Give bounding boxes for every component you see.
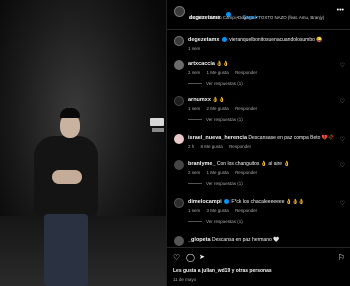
comment-user[interactable]: dimelocampi bbox=[188, 199, 222, 205]
comment-likes[interactable]: 1 Me gusta bbox=[207, 70, 229, 75]
comment-reply-button[interactable]: Responder bbox=[235, 208, 257, 213]
comment-time[interactable]: 2 sem bbox=[188, 70, 200, 75]
view-replies[interactable]: Ver respuestas (1) bbox=[188, 181, 243, 186]
view-replies-label[interactable]: Ver respuestas (1) bbox=[206, 117, 243, 122]
comment-body: _glopeta Descansa en paz hermano 🤍 bbox=[188, 237, 338, 243]
replies-line bbox=[188, 221, 202, 223]
comment-heart-icon[interactable]: ♡ bbox=[340, 136, 345, 143]
comment-time[interactable]: 2 sem bbox=[188, 170, 200, 175]
comment-avatar[interactable] bbox=[174, 160, 184, 170]
caption-author[interactable]: degezetamx bbox=[188, 37, 220, 43]
post-date: 11 de mayo bbox=[173, 277, 197, 282]
comment-likes[interactable]: 8 Me gusta bbox=[201, 144, 223, 149]
comment-body: branlyme_ Con los changuitos 👌 al aire 👌 bbox=[188, 161, 338, 167]
comment-meta: 2 sem 1 Me gusta Responder bbox=[188, 170, 262, 175]
media-light-secondary bbox=[152, 128, 164, 132]
comment-text: Descansase en paz compa Beto 💔🥀 bbox=[248, 135, 335, 141]
comment-time[interactable]: 1 sem bbox=[188, 208, 200, 213]
comment-body: dimelocampi F*ck los chacaleeeeeee 👌👌👌 bbox=[188, 199, 338, 205]
comment-heart-icon[interactable]: ♡ bbox=[340, 62, 345, 69]
post-subtitle[interactable]: Jacobbo, Dimelo Campi, Degzeta • TOXTO N… bbox=[189, 15, 324, 20]
comment-text: F*ck los chacaleeeeeee 👌👌👌 bbox=[231, 199, 305, 205]
action-bar: ♡ ◯ ➤ ⚐ bbox=[173, 253, 345, 263]
replies-line bbox=[188, 183, 202, 185]
person-hands bbox=[52, 170, 82, 184]
view-replies-label[interactable]: Ver respuestas (1) bbox=[206, 219, 243, 224]
view-replies[interactable]: Ver respuestas (1) bbox=[188, 219, 243, 224]
comment-meta: 1 sem 3 Me gusta Responder bbox=[188, 208, 262, 213]
caption-avatar[interactable] bbox=[174, 36, 184, 46]
comment-body: arnumxx 👌👌 bbox=[188, 97, 338, 103]
comment-likes[interactable]: 2 Me gusta bbox=[207, 106, 229, 111]
comment-user[interactable]: arnumxx bbox=[188, 97, 211, 103]
media-light bbox=[150, 118, 164, 126]
comment-heart-icon[interactable]: ♡ bbox=[340, 98, 345, 105]
comment-reply-button[interactable]: Responder bbox=[235, 106, 257, 111]
post-media[interactable] bbox=[0, 0, 166, 286]
comment-user[interactable]: branlyme_ bbox=[188, 161, 216, 167]
comment-text: Descansa en paz hermano 🤍 bbox=[212, 237, 280, 243]
comment-meta: 1 sem 2 Me gusta Responder bbox=[188, 106, 262, 111]
caption-body: degezetamx vieranquelbonitosuenacuandolo… bbox=[188, 37, 338, 43]
comment-avatar[interactable] bbox=[174, 134, 184, 144]
comment-reply-button[interactable]: Responder bbox=[229, 144, 251, 149]
person-legs bbox=[44, 214, 88, 286]
comment-text: 👌👌 bbox=[216, 61, 229, 67]
share-icon[interactable]: ➤ bbox=[199, 253, 205, 263]
heart-icon[interactable]: ♡ bbox=[173, 253, 180, 263]
comment-time[interactable]: 2 h bbox=[188, 144, 194, 149]
view-replies[interactable]: Ver respuestas (1) bbox=[188, 117, 243, 122]
replies-line bbox=[188, 119, 202, 121]
comment-icon[interactable]: ◯ bbox=[186, 253, 195, 263]
comment-user[interactable]: _glopeta bbox=[188, 237, 211, 243]
comment-text: Con los changuitos 👌 al aire 👌 bbox=[216, 161, 290, 167]
post-panel: degezetamx • Seguir Jacobbo, Dimelo Camp… bbox=[166, 0, 350, 286]
comment-heart-icon[interactable]: ♡ bbox=[340, 200, 345, 207]
comment-likes[interactable]: 1 Me gusta bbox=[207, 170, 229, 175]
more-options-icon[interactable]: ••• bbox=[337, 7, 344, 14]
view-replies-label[interactable]: Ver respuestas (1) bbox=[206, 81, 243, 86]
comment-meta: 2 sem 1 Me gusta Responder bbox=[188, 70, 262, 75]
post-header: degezetamx • Seguir Jacobbo, Dimelo Camp… bbox=[167, 0, 350, 30]
bookmark-icon[interactable]: ⚐ bbox=[338, 253, 345, 263]
replies-line bbox=[188, 83, 202, 85]
caption-emoji: 😜 bbox=[316, 37, 323, 43]
comment-reply-button[interactable]: Responder bbox=[235, 170, 257, 175]
comment-text: 👌👌 bbox=[212, 97, 225, 103]
comment-heart-icon[interactable]: ♡ bbox=[340, 162, 345, 169]
comment-avatar[interactable] bbox=[174, 96, 184, 106]
comment-likes[interactable]: 3 Me gusta bbox=[207, 208, 229, 213]
caption-meta: 1 sem bbox=[188, 46, 205, 51]
comment-user[interactable]: israel_nueva_herencia bbox=[188, 135, 247, 141]
view-replies[interactable]: Ver respuestas (1) bbox=[188, 81, 243, 86]
likes-summary[interactable]: Les gusta a julian_wd19 y otras personas bbox=[173, 268, 272, 274]
caption-text: vieranquelbonitosuenacuandolosumbo bbox=[229, 37, 315, 43]
comment-avatar[interactable] bbox=[174, 198, 184, 208]
comment-time[interactable]: 1 sem bbox=[188, 106, 200, 111]
person-cap bbox=[60, 108, 80, 118]
comment-user[interactable]: artxcaccia bbox=[188, 61, 215, 67]
author-avatar[interactable] bbox=[174, 6, 185, 17]
verified-icon bbox=[221, 37, 227, 43]
comment-avatar[interactable] bbox=[174, 236, 184, 246]
view-replies-label[interactable]: Ver respuestas (1) bbox=[206, 181, 243, 186]
comment-meta: 2 h 8 Me gusta Responder bbox=[188, 144, 256, 149]
comment-reply-button[interactable]: Responder bbox=[235, 70, 257, 75]
comment-body: israel_nueva_herencia Descansase en paz … bbox=[188, 135, 338, 141]
verified-icon bbox=[224, 199, 230, 205]
caption-time: 1 sem bbox=[188, 46, 201, 51]
comment-body: artxcaccia 👌👌 bbox=[188, 61, 338, 67]
comment-avatar[interactable] bbox=[174, 60, 184, 70]
media-person bbox=[28, 106, 104, 286]
post-footer: ♡ ◯ ➤ ⚐ Les gusta a julian_wd19 y otras … bbox=[167, 247, 350, 286]
